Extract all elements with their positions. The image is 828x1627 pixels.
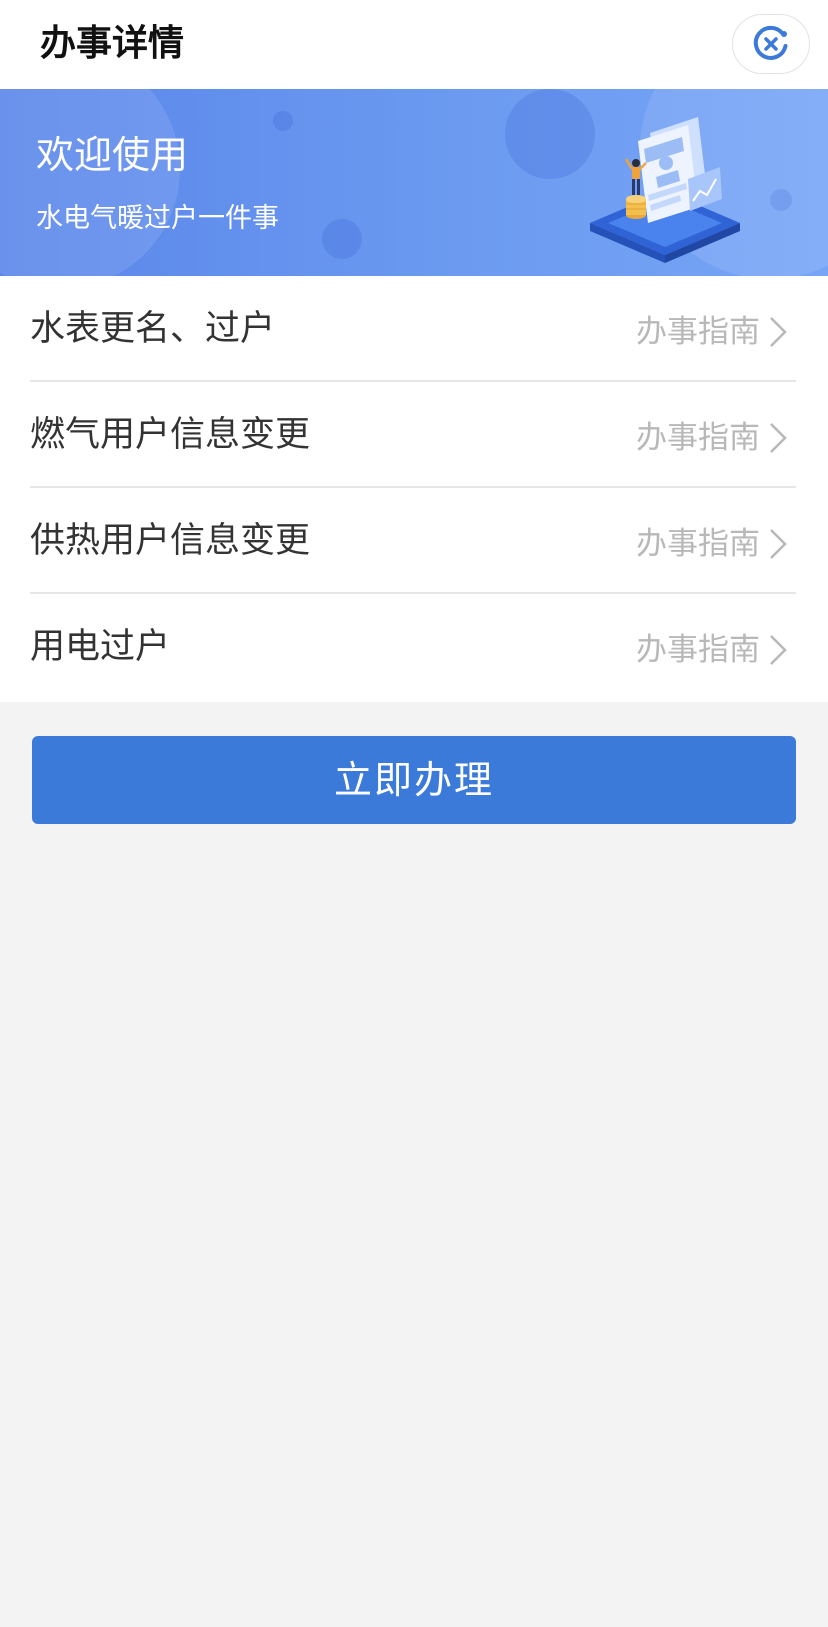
welcome-banner: 欢迎使用 水电气暖过户一件事 xyxy=(0,89,828,276)
header-bar: 办事详情 xyxy=(0,0,828,89)
page: 办事详情 欢迎使用 水电气暖过户一件事 水表更名、过户 办事指南 燃气用户信息变… xyxy=(0,0,828,1627)
list-item[interactable]: 燃气用户信息变更 办事指南 xyxy=(30,382,796,488)
chevron-right-icon xyxy=(770,635,787,665)
apply-now-button[interactable]: 立即办理 xyxy=(32,736,796,824)
list-item[interactable]: 用电过户 办事指南 xyxy=(30,594,796,700)
chevron-right-icon xyxy=(770,529,787,559)
page-title: 办事详情 xyxy=(40,23,185,64)
item-label: 水表更名、过户 xyxy=(30,309,276,349)
chevron-right-icon xyxy=(770,423,787,453)
item-label: 供热用户信息变更 xyxy=(30,521,311,561)
item-label: 用电过户 xyxy=(30,627,171,667)
banner-subtitle: 水电气暖过户一件事 xyxy=(36,203,279,234)
service-list: 水表更名、过户 办事指南 燃气用户信息变更 办事指南 供热用户信息变更 办事指南 xyxy=(0,276,828,702)
list-item[interactable]: 供热用户信息变更 办事指南 xyxy=(30,488,796,594)
banner-title: 欢迎使用 xyxy=(36,133,189,177)
close-button[interactable] xyxy=(732,14,810,74)
guide-link[interactable]: 办事指南 xyxy=(636,523,760,565)
chevron-right-icon xyxy=(770,317,787,347)
guide-link[interactable]: 办事指南 xyxy=(636,311,760,353)
list-item[interactable]: 水表更名、过户 办事指南 xyxy=(30,276,796,382)
guide-link[interactable]: 办事指南 xyxy=(636,417,760,459)
close-circle-icon xyxy=(753,25,788,60)
document-person-illustration xyxy=(590,117,740,263)
item-label: 燃气用户信息变更 xyxy=(30,415,311,455)
guide-link[interactable]: 办事指南 xyxy=(636,629,760,671)
